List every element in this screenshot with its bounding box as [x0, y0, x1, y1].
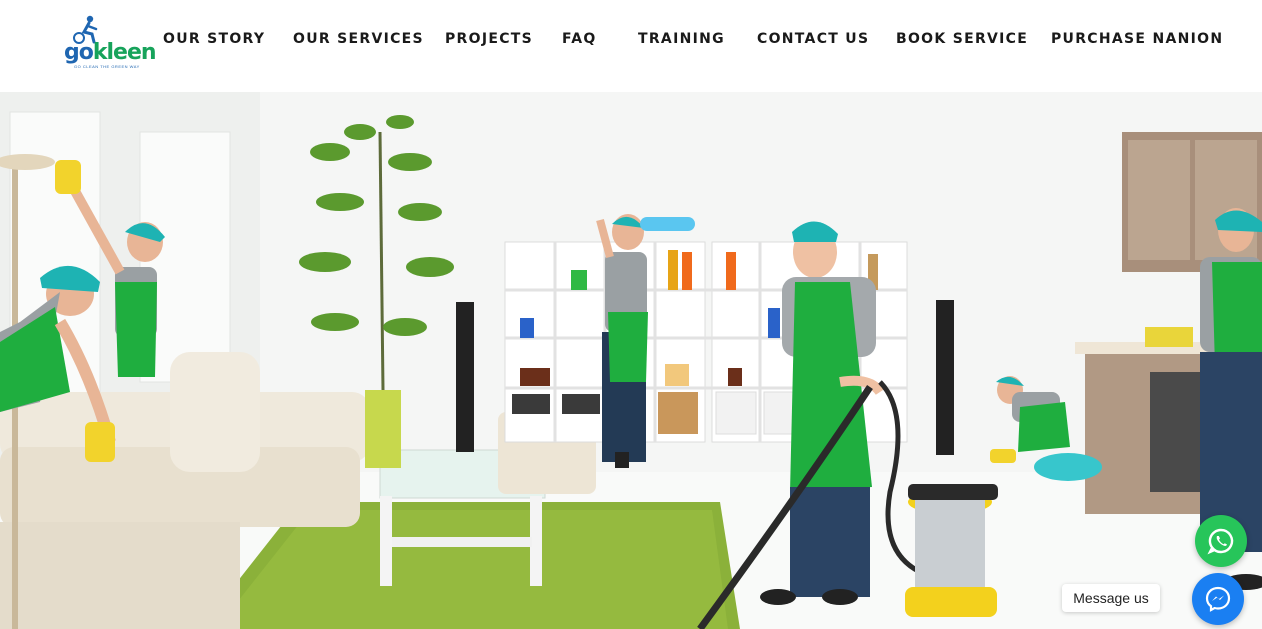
whatsapp-button[interactable]	[1195, 515, 1247, 567]
logo-wordmark: gokleen	[64, 40, 157, 65]
logo-go-text: go	[64, 40, 94, 65]
hero-cleaning-image	[0, 92, 1262, 629]
nav-book-service[interactable]: BOOK SERVICE	[896, 31, 1028, 47]
nav-purchase-nanion[interactable]: PURCHASE NANION	[1051, 31, 1223, 47]
logo-tagline: GO CLEAN THE GREEN WAY	[74, 64, 140, 69]
nav-projects[interactable]: PROJECTS	[445, 31, 533, 47]
logo-kleen-text: kleen	[92, 40, 157, 65]
nav-our-services[interactable]: OUR SERVICES	[293, 31, 424, 47]
messenger-button[interactable]	[1192, 573, 1244, 625]
whatsapp-icon	[1207, 528, 1234, 555]
messenger-icon	[1205, 586, 1231, 612]
nav-training[interactable]: TRAINING	[638, 31, 725, 47]
nav-our-story[interactable]: OUR STORY	[163, 31, 265, 47]
gokleen-logo[interactable]: gokleen GO CLEAN THE GREEN WAY	[62, 14, 157, 72]
message-us-label[interactable]: Message us	[1062, 584, 1160, 612]
nav-faq[interactable]: FAQ	[562, 31, 597, 47]
hero-banner	[0, 92, 1262, 629]
nav-contact-us[interactable]: CONTACT US	[757, 31, 869, 47]
site-header: gokleen GO CLEAN THE GREEN WAY OUR STORY…	[0, 0, 1262, 92]
